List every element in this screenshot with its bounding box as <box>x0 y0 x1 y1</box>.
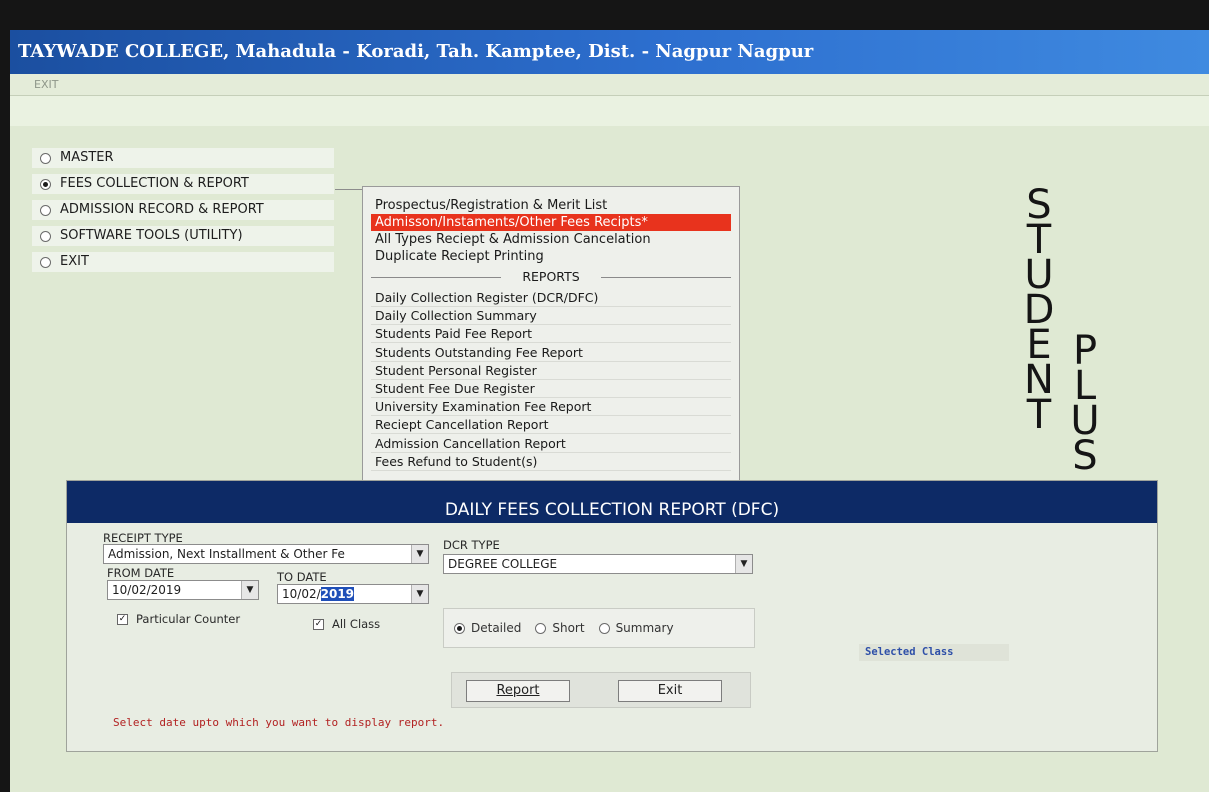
option-detailed[interactable]: Detailed <box>454 621 521 635</box>
to-date-picker[interactable]: 10/02/2019 ▼ <box>277 584 429 604</box>
checkbox-checked-icon[interactable]: ✓ <box>313 619 324 630</box>
main-menu-item-fees-collection[interactable]: FEES COLLECTION & REPORT <box>32 174 334 194</box>
option-label: Short <box>552 621 585 635</box>
main-menu-item-exit[interactable]: EXIT <box>32 252 334 272</box>
menu-connector-line <box>335 189 365 190</box>
report-item-collection-summary[interactable]: Daily Collection Summary <box>371 308 731 326</box>
report-item-dcr[interactable]: Daily Collection Register (DCR/DFC) <box>371 290 731 307</box>
fees-submenu: Prospectus/Registration & Merit List Adm… <box>362 186 740 496</box>
banner-strip <box>10 96 1209 126</box>
report-item-paid-fee[interactable]: Students Paid Fee Report <box>371 326 731 344</box>
status-message: Select date upto which you want to displ… <box>113 716 445 729</box>
main-menu-label: ADMISSION RECORD & REPORT <box>60 202 264 217</box>
radio-icon[interactable] <box>40 152 51 164</box>
receipt-type-label: RECEIPT TYPE <box>103 531 183 545</box>
main-menu-item-software-tools[interactable]: SOFTWARE TOOLS (UTILITY) <box>32 226 334 246</box>
dropdown-arrow-icon[interactable]: ▼ <box>241 581 258 599</box>
report-button-label: Report <box>496 683 540 698</box>
report-item-fee-due-register[interactable]: Student Fee Due Register <box>371 381 731 398</box>
app-window: TAYWADE COLLEGE, Mahadula - Koradi, Tah.… <box>10 30 1209 792</box>
option-summary[interactable]: Summary <box>598 621 674 635</box>
main-menu-item-master[interactable]: MASTER <box>32 148 334 168</box>
submenu-item-admission-fees[interactable]: Admisson/Instaments/Other Fees Recipts* <box>371 214 731 231</box>
particular-counter-label: Particular Counter <box>136 612 241 626</box>
particular-counter-option[interactable]: ✓ Particular Counter <box>117 612 240 626</box>
main-menu-item-admission-record[interactable]: ADMISSION RECORD & REPORT <box>32 200 334 220</box>
report-item-admission-cancellation[interactable]: Admission Cancellation Report <box>371 436 731 453</box>
from-date-picker[interactable]: 10/02/2019 ▼ <box>107 580 259 600</box>
radio-icon[interactable] <box>40 204 51 216</box>
submenu-item-duplicate-receipt[interactable]: Duplicate Reciept Printing <box>371 248 731 265</box>
radio-icon[interactable] <box>40 230 51 242</box>
main-menu-label: MASTER <box>60 150 114 165</box>
submenu-item-receipt-cancelation[interactable]: All Types Reciept & Admission Cancelatio… <box>371 231 731 248</box>
to-date-value: 10/02/ <box>282 587 321 601</box>
dropdown-arrow-icon[interactable]: ▼ <box>411 585 428 603</box>
menu-exit[interactable]: EXIT <box>34 78 58 91</box>
report-item-university-exam-fee[interactable]: University Examination Fee Report <box>371 399 731 417</box>
action-button-bar: Report Exit <box>451 672 751 708</box>
radio-selected-icon[interactable] <box>454 622 465 634</box>
to-date-year-selection: 2019 <box>320 587 355 601</box>
main-menu-label: SOFTWARE TOOLS (UTILITY) <box>60 228 243 243</box>
receipt-type-select[interactable]: Admission, Next Installment & Other Fe ▼ <box>103 544 429 564</box>
dcr-type-select[interactable]: DEGREE COLLEGE ▼ <box>443 554 753 574</box>
reports-section-header: REPORTS <box>371 268 731 286</box>
all-class-label: All Class <box>332 617 381 631</box>
all-class-option[interactable]: ✓ All Class <box>313 617 380 631</box>
radio-icon[interactable] <box>40 256 51 268</box>
report-button[interactable]: Report <box>466 680 570 702</box>
brand-word-student: S T U D E N T <box>1019 185 1059 438</box>
dropdown-arrow-icon[interactable]: ▼ <box>411 545 428 563</box>
receipt-type-value: Admission, Next Installment & Other Fe <box>108 547 345 561</box>
option-label: Detailed <box>471 621 522 635</box>
report-format-options: Detailed Short Summary <box>443 608 755 648</box>
window-title: TAYWADE COLLEGE, Mahadula - Koradi, Tah.… <box>10 30 1209 74</box>
to-date-label: TO DATE <box>277 570 327 584</box>
from-date-label: FROM DATE <box>107 566 175 580</box>
option-short[interactable]: Short <box>535 621 585 635</box>
from-date-value: 10/02/2019 <box>112 583 182 597</box>
radio-icon[interactable] <box>535 622 547 634</box>
report-item-fees-refund[interactable]: Fees Refund to Student(s) <box>371 454 731 471</box>
report-item-personal-register[interactable]: Student Personal Register <box>371 363 731 380</box>
dfc-report-panel: DAILY FEES COLLECTION REPORT (DFC) RECEI… <box>66 480 1158 752</box>
selected-class-label: Selected Class <box>859 644 1009 661</box>
brand-letter: S <box>1072 433 1098 479</box>
main-menu: MASTER FEES COLLECTION & REPORT ADMISSIO… <box>32 148 334 278</box>
brand-letter: T <box>1026 392 1052 438</box>
dropdown-arrow-icon[interactable]: ▼ <box>735 555 752 573</box>
dcr-type-value: DEGREE COLLEGE <box>448 557 558 571</box>
main-menu-label: FEES COLLECTION & REPORT <box>60 176 249 191</box>
dcr-type-label: DCR TYPE <box>443 538 500 552</box>
reports-header-label: REPORTS <box>501 268 601 286</box>
radio-icon[interactable] <box>598 622 610 634</box>
report-item-receipt-cancellation[interactable]: Reciept Cancellation Report <box>371 417 731 435</box>
report-item-outstanding-fee[interactable]: Students Outstanding Fee Report <box>371 345 731 362</box>
checkbox-checked-icon[interactable]: ✓ <box>117 614 128 625</box>
main-menu-label: EXIT <box>60 254 89 269</box>
option-label: Summary <box>615 621 674 635</box>
report-panel-title: DAILY FEES COLLECTION REPORT (DFC) <box>67 481 1157 523</box>
radio-selected-icon[interactable] <box>40 178 51 190</box>
submenu-item-prospectus[interactable]: Prospectus/Registration & Merit List <box>371 197 731 214</box>
menu-bar: EXIT <box>10 74 1209 96</box>
exit-button[interactable]: Exit <box>618 680 722 702</box>
brand-word-plus: P L U S <box>1065 331 1105 479</box>
